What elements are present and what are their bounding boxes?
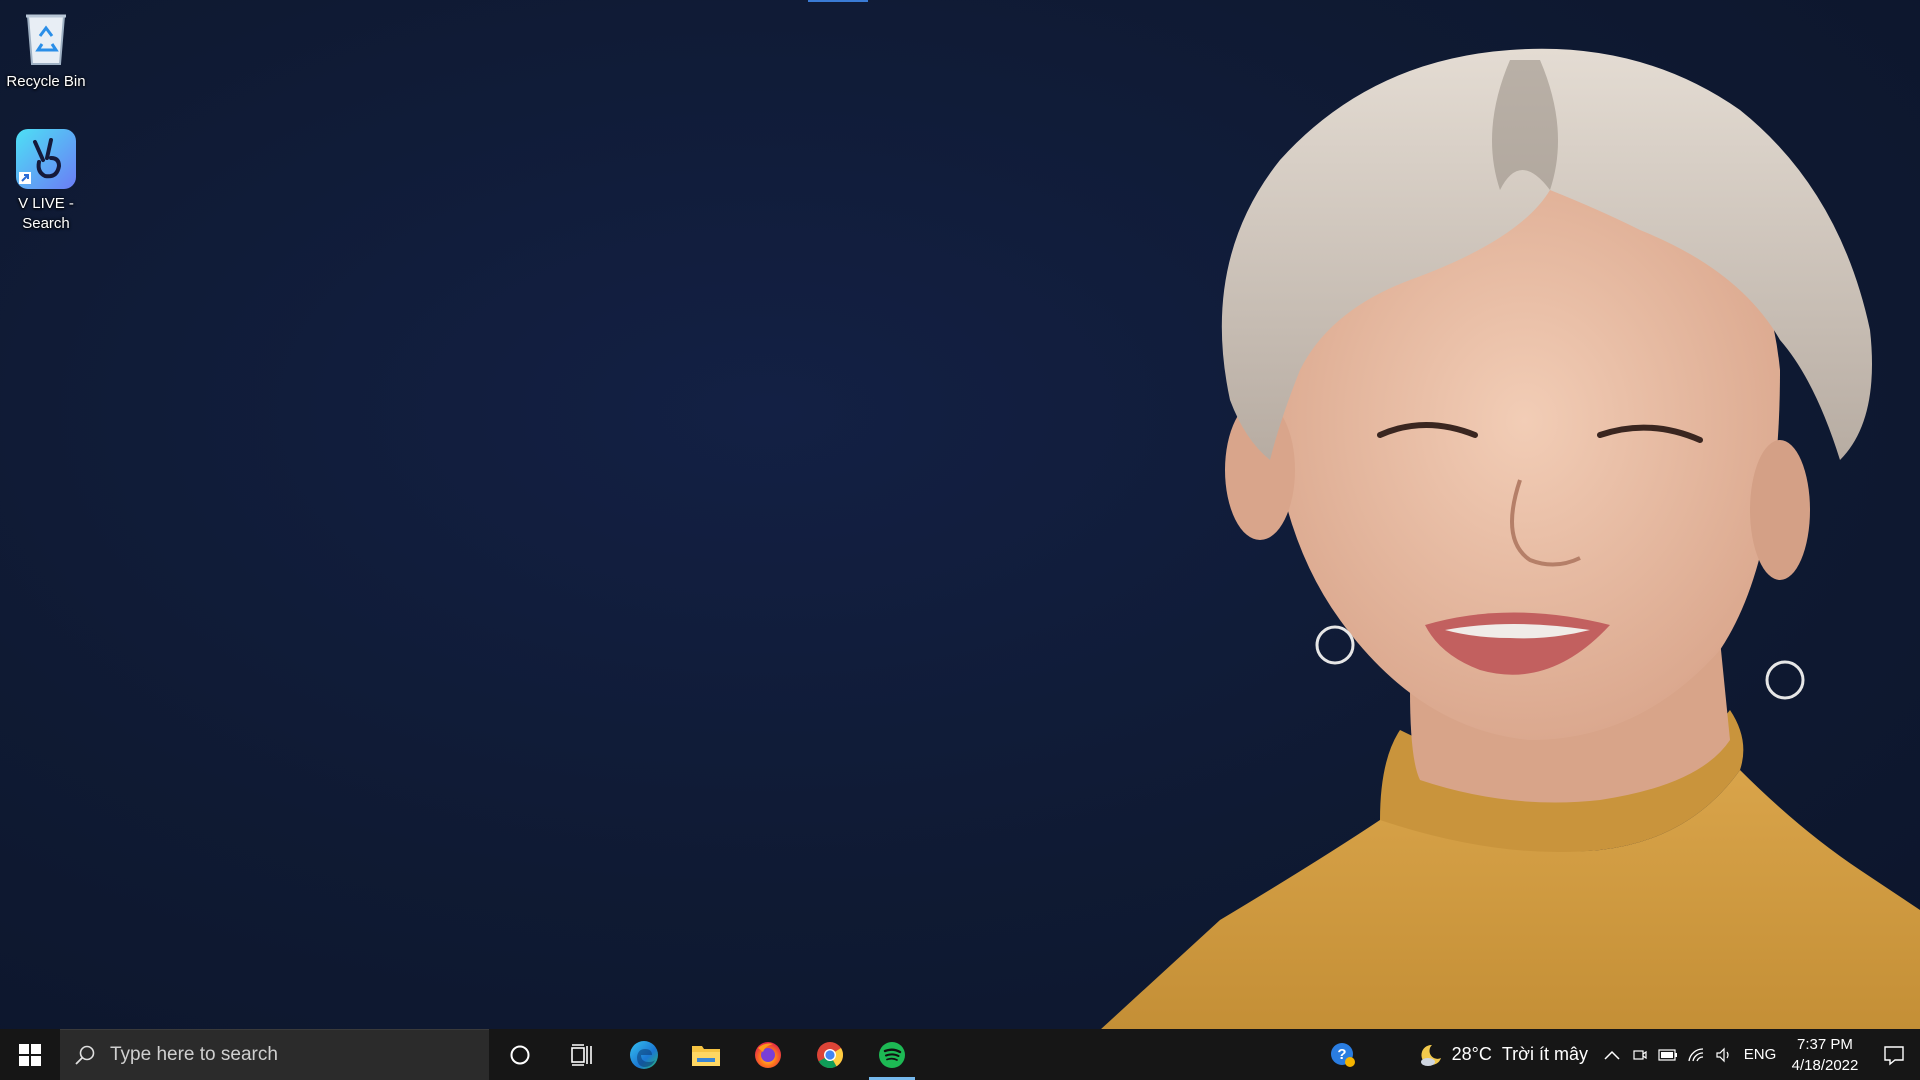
task-view-button[interactable] bbox=[551, 1029, 613, 1080]
chrome-icon bbox=[817, 1041, 844, 1068]
help-tray-button[interactable]: ? bbox=[1318, 1029, 1368, 1080]
chevron-up-icon bbox=[1604, 1050, 1620, 1060]
taskbar-app-file-explorer[interactable] bbox=[675, 1029, 737, 1080]
start-button[interactable] bbox=[0, 1029, 60, 1080]
system-tray: ? 28°C Trời ít mây ENG 7:37 PM 4/18/2022 bbox=[1318, 1029, 1920, 1080]
vlive-label-line1: V LIVE - bbox=[18, 195, 74, 212]
taskbar-app-chrome[interactable] bbox=[799, 1029, 861, 1080]
task-view-icon bbox=[571, 1043, 592, 1066]
weather-temperature: 28°C bbox=[1451, 1044, 1492, 1064]
desktop-icon-recycle-bin[interactable]: Recycle Bin bbox=[0, 8, 92, 92]
input-language-button[interactable]: ENG bbox=[1738, 1029, 1782, 1080]
taskbar: Type here to search ? 28°C Trời ít mây E… bbox=[0, 1029, 1920, 1080]
taskbar-app-edge[interactable] bbox=[613, 1029, 675, 1080]
clock-date: 4/18/2022 bbox=[1791, 1056, 1859, 1074]
weather-widget[interactable]: 28°C Trời ít mây bbox=[1408, 1029, 1598, 1080]
svg-text:?: ? bbox=[1337, 1046, 1346, 1063]
search-placeholder: Type here to search bbox=[110, 1044, 278, 1065]
clock-time: 7:37 PM bbox=[1797, 1035, 1853, 1053]
network-button[interactable] bbox=[1682, 1029, 1710, 1080]
meet-now-button[interactable] bbox=[1626, 1029, 1654, 1080]
desktop-icon-vlive[interactable]: V LIVE - Search bbox=[0, 128, 92, 234]
spotify-icon bbox=[879, 1041, 905, 1068]
windows-logo-icon bbox=[19, 1043, 41, 1066]
show-hidden-icons-button[interactable] bbox=[1598, 1029, 1626, 1080]
cortana-icon bbox=[510, 1045, 530, 1064]
taskbar-app-spotify[interactable] bbox=[861, 1029, 923, 1080]
taskbar-app-firefox[interactable] bbox=[737, 1029, 799, 1080]
recycle-bin-label: Recycle Bin bbox=[6, 73, 86, 90]
moon-cloud-icon bbox=[1420, 1044, 1441, 1066]
desktop: Recycle Bin V LIVE - Search bbox=[0, 0, 1920, 1029]
clock: 7:37 PM 4/18/2022 bbox=[1792, 1034, 1859, 1076]
wallpaper-portrait bbox=[1101, 48, 1920, 1029]
vlive-label-line2: Search bbox=[22, 215, 70, 232]
weather-description: Trời ít mây bbox=[1501, 1044, 1588, 1064]
vlive-icon bbox=[16, 129, 76, 189]
folder-icon bbox=[692, 1045, 720, 1066]
edge-icon bbox=[630, 1040, 658, 1069]
top-edge-indicator bbox=[808, 0, 868, 2]
clock-button[interactable]: 7:37 PM 4/18/2022 bbox=[1782, 1029, 1868, 1080]
firefox-icon bbox=[755, 1041, 781, 1068]
action-center-button[interactable] bbox=[1868, 1029, 1920, 1080]
recycle-bin-icon bbox=[26, 14, 66, 65]
camera-icon bbox=[1633, 1049, 1647, 1060]
battery-icon bbox=[1658, 1048, 1677, 1061]
language-indicator: ENG bbox=[1743, 1046, 1777, 1063]
volume-button[interactable] bbox=[1710, 1029, 1738, 1080]
taskbar-search-box[interactable]: Type here to search bbox=[60, 1029, 489, 1080]
cortana-button[interactable] bbox=[489, 1029, 551, 1080]
search-icon bbox=[75, 1045, 95, 1065]
battery-button[interactable] bbox=[1654, 1029, 1682, 1080]
wifi-icon bbox=[1688, 1047, 1704, 1061]
notification-icon bbox=[1884, 1045, 1904, 1065]
speaker-icon bbox=[1716, 1047, 1729, 1062]
help-question-icon: ? bbox=[1330, 1042, 1355, 1067]
